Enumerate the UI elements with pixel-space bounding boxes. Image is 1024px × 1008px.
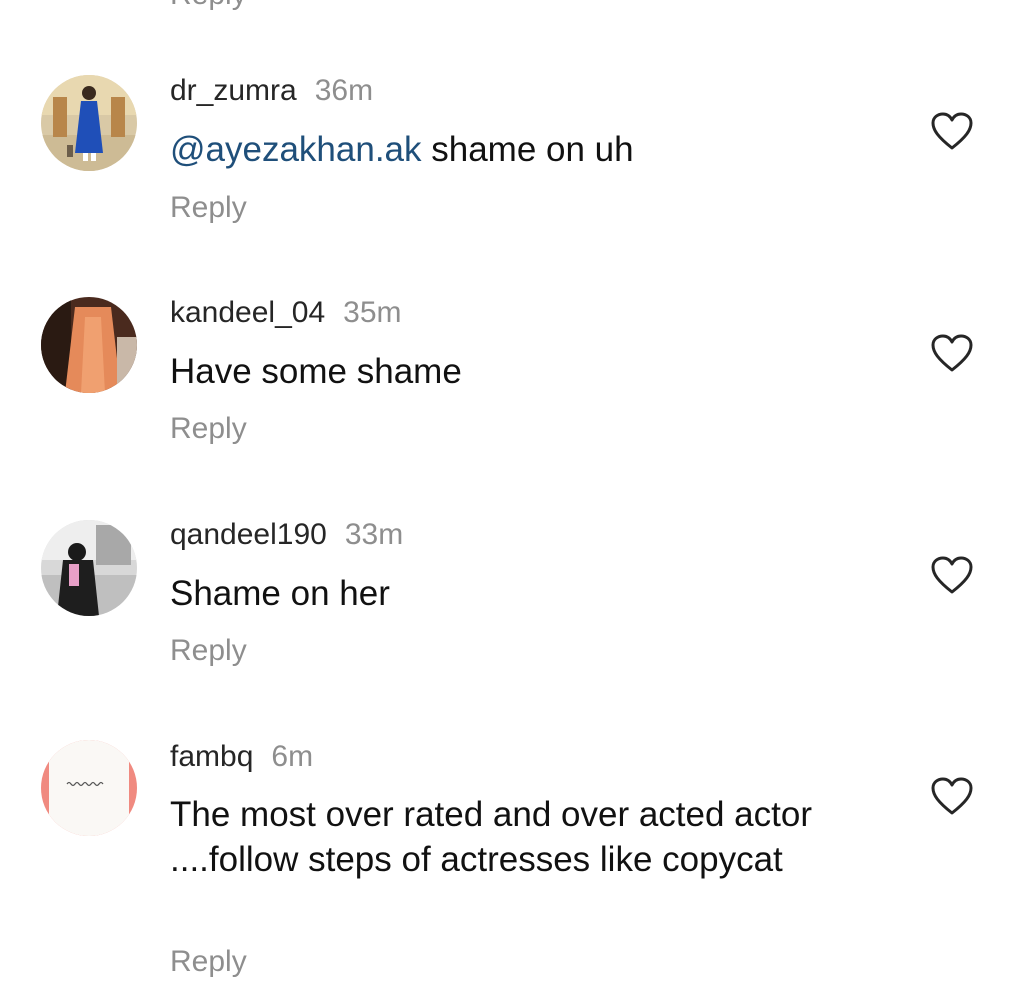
comment-header: dr_zumra 36m bbox=[170, 73, 373, 109]
username[interactable]: kandeel_04 bbox=[170, 296, 325, 329]
username[interactable]: qandeel190 bbox=[170, 518, 327, 551]
timestamp: 36m bbox=[314, 74, 374, 107]
timestamp: 6m bbox=[271, 740, 314, 773]
reply-button[interactable]: Reply bbox=[170, 411, 247, 447]
heart-outline-icon[interactable] bbox=[930, 111, 974, 151]
reply-button[interactable]: Reply bbox=[170, 633, 247, 669]
avatar[interactable] bbox=[41, 520, 137, 616]
comment-header: fambq 6m bbox=[170, 739, 313, 775]
timestamp: 35m bbox=[343, 296, 402, 329]
heart-outline-icon[interactable] bbox=[930, 776, 974, 816]
comment-body: Shame on her bbox=[170, 574, 390, 613]
reply-button[interactable]: Reply bbox=[170, 944, 247, 980]
comment-text: Have some shame bbox=[170, 349, 870, 394]
avatar[interactable] bbox=[41, 297, 137, 393]
username[interactable]: fambq bbox=[170, 740, 253, 773]
partial-reply-link[interactable]: Reply bbox=[170, 0, 247, 12]
reply-button[interactable]: Reply bbox=[170, 190, 247, 226]
comment-text: Shame on her bbox=[170, 571, 870, 616]
heart-outline-icon[interactable] bbox=[930, 333, 974, 373]
comment-body: Have some shame bbox=[170, 352, 462, 391]
comment-text: @ayezakhan.ak shame on uh bbox=[170, 127, 870, 172]
comment-body: The most over rated and over acted actor… bbox=[170, 795, 812, 879]
comment-header: kandeel_04 35m bbox=[170, 295, 402, 331]
comment-header: qandeel190 33m bbox=[170, 517, 403, 553]
comment-text: The most over rated and over acted actor… bbox=[170, 792, 820, 882]
username[interactable]: dr_zumra bbox=[170, 74, 297, 107]
comment-body: shame on uh bbox=[421, 130, 634, 169]
heart-outline-icon[interactable] bbox=[930, 555, 974, 595]
timestamp: 33m bbox=[344, 518, 404, 551]
avatar[interactable] bbox=[41, 75, 137, 171]
avatar[interactable] bbox=[41, 740, 137, 836]
mention-link[interactable]: @ayezakhan.ak bbox=[170, 130, 422, 169]
